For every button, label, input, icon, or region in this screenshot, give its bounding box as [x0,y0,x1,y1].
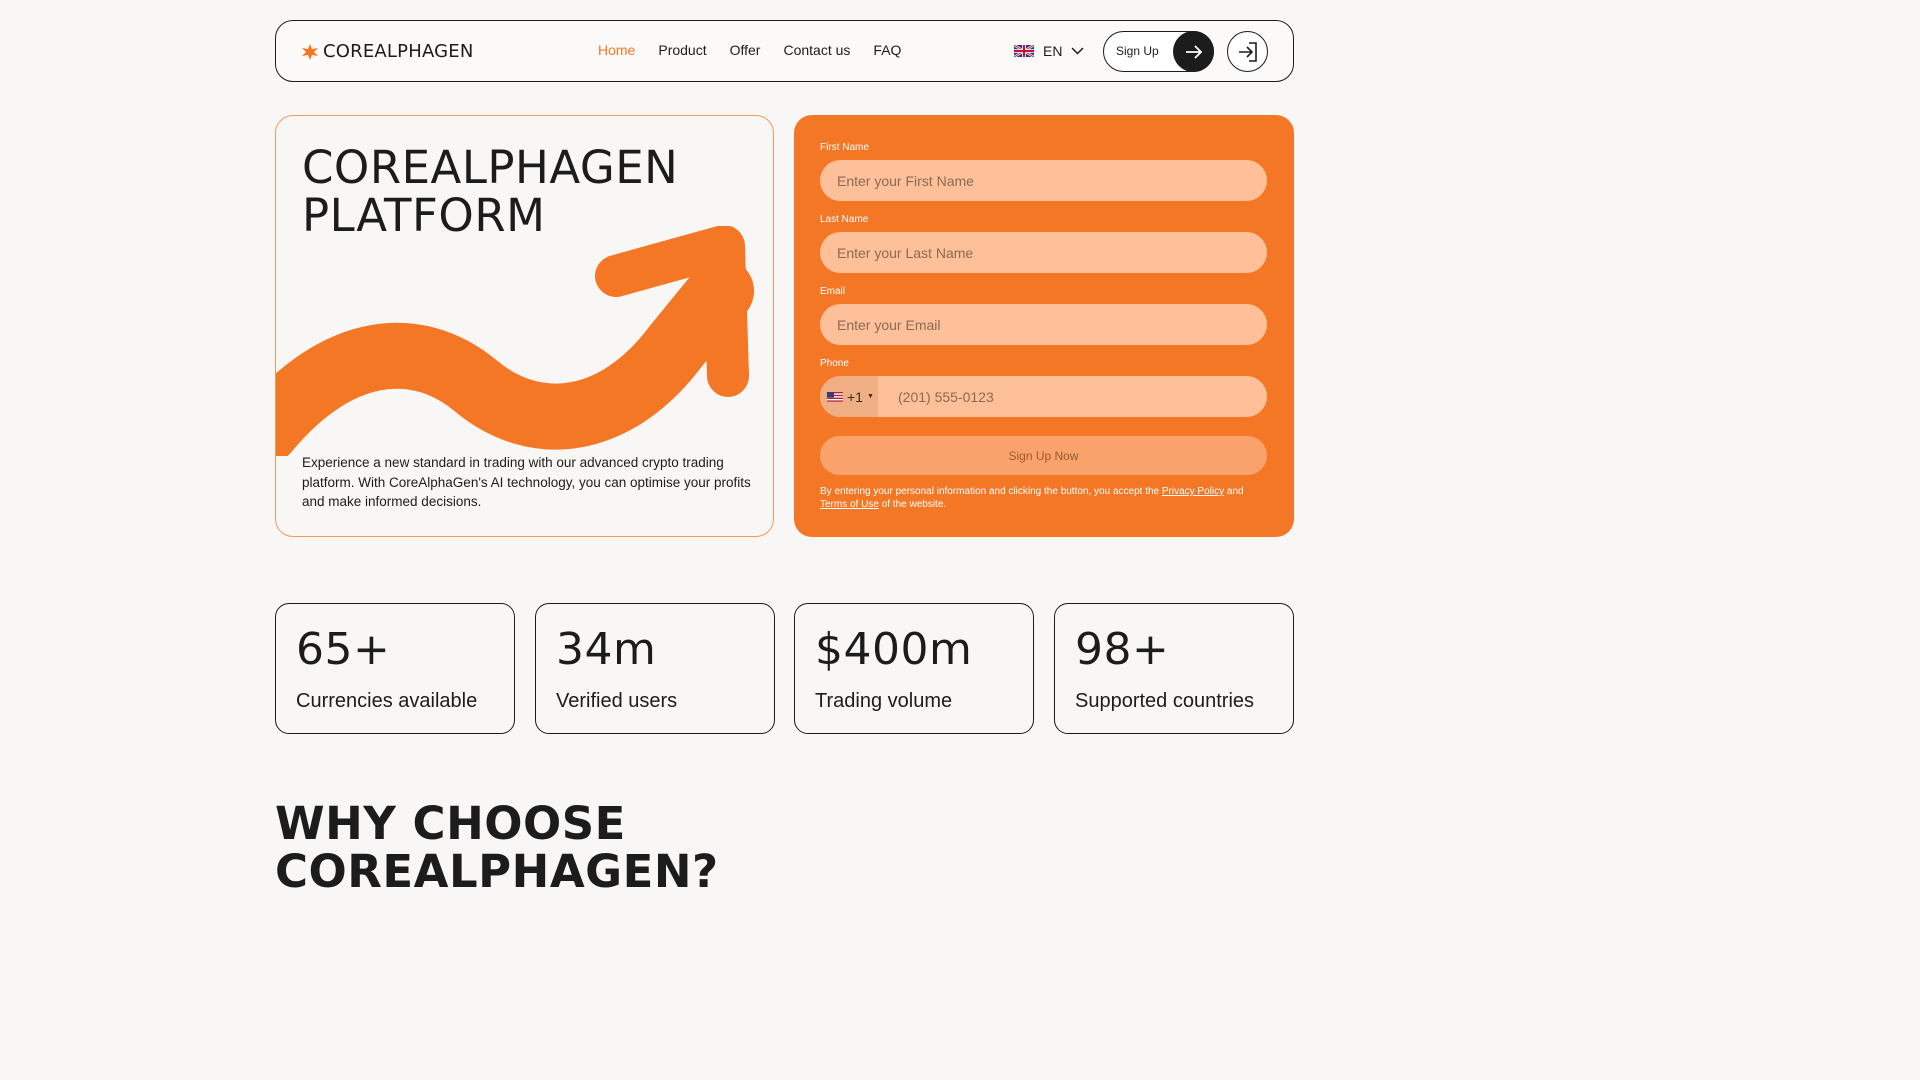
first-name-field[interactable] [820,160,1267,201]
country-code-selector[interactable]: +1 ▼ [820,376,878,417]
hero-description: Experience a new standard in trading wit… [302,455,751,509]
nav-contact[interactable]: Contact us [783,42,850,58]
why-section-title: WHY CHOOSE COREALPHAGEN? [275,800,835,896]
email-field[interactable] [820,304,1267,345]
site-header: COREALPHAGEN Home Product Offer Contact … [275,20,1294,82]
uk-flag-icon [1014,45,1034,57]
login-button[interactable] [1227,31,1268,72]
nav-home[interactable]: Home [598,42,635,58]
logo[interactable]: COREALPHAGEN [302,41,474,62]
hero-card: COREALPHAGEN PLATFORM Experience a new s… [275,115,774,537]
caret-down-icon: ▼ [866,393,874,400]
arrow-right-icon [1185,44,1202,59]
legal-notice: By entering your personal information an… [820,485,1270,511]
stat-value: 98+ [1075,624,1170,675]
stat-label: Trading volume [815,690,953,712]
login-icon [1238,41,1257,62]
why-title-line1: WHY CHOOSE [275,797,626,850]
first-name-label: First Name [820,142,869,153]
signup-arrow [1173,31,1214,72]
country-code: +1 [847,388,863,405]
why-title-line2: COREALPHAGEN? [275,845,719,898]
signup-form: First Name Last Name Email Phone +1 ▼ Si… [794,115,1294,537]
growth-arrow-graphic [276,226,754,456]
stat-card: 98+ Supported countries [1054,603,1294,734]
legal-suffix: of the website. [881,499,947,510]
stat-card: 34m Verified users [535,603,775,734]
last-name-label: Last Name [820,214,869,225]
language-selector[interactable]: EN [1014,43,1084,59]
language-code: EN [1043,43,1063,59]
chevron-down-icon [1071,47,1084,55]
stat-card: 65+ Currencies available [275,603,515,734]
stat-value: 65+ [296,624,391,675]
stat-label: Supported countries [1075,690,1255,712]
stat-label: Currencies available [296,690,478,712]
nav-faq[interactable]: FAQ [873,42,901,58]
phone-field-group: +1 ▼ [820,376,1267,417]
sign-up-now-button[interactable]: Sign Up Now [820,436,1267,475]
us-flag-icon [827,391,843,402]
header-signup-button[interactable]: Sign Up [1103,31,1214,72]
logo-star-icon [302,43,318,60]
stat-card: $400m Trading volume [794,603,1034,734]
signup-label: Sign Up [1116,44,1159,58]
legal-prefix: By entering your personal information an… [820,486,1160,497]
terms-of-use-link[interactable]: Terms of Use [820,499,879,510]
main-nav: Home Product Offer Contact us FAQ [598,42,901,58]
email-label: Email [820,286,846,297]
logo-text: COREALPHAGEN [323,41,474,62]
hero-title-line1: COREALPHAGEN [302,141,679,194]
stat-value: 34m [556,624,657,675]
nav-offer[interactable]: Offer [730,42,761,58]
phone-label: Phone [820,358,849,369]
last-name-field[interactable] [820,232,1267,273]
nav-product[interactable]: Product [658,42,706,58]
privacy-policy-link[interactable]: Privacy Policy [1162,486,1224,497]
phone-field[interactable] [882,376,1262,417]
stat-value: $400m [815,624,973,675]
legal-and: and [1226,486,1244,497]
stat-label: Verified users [556,690,678,712]
